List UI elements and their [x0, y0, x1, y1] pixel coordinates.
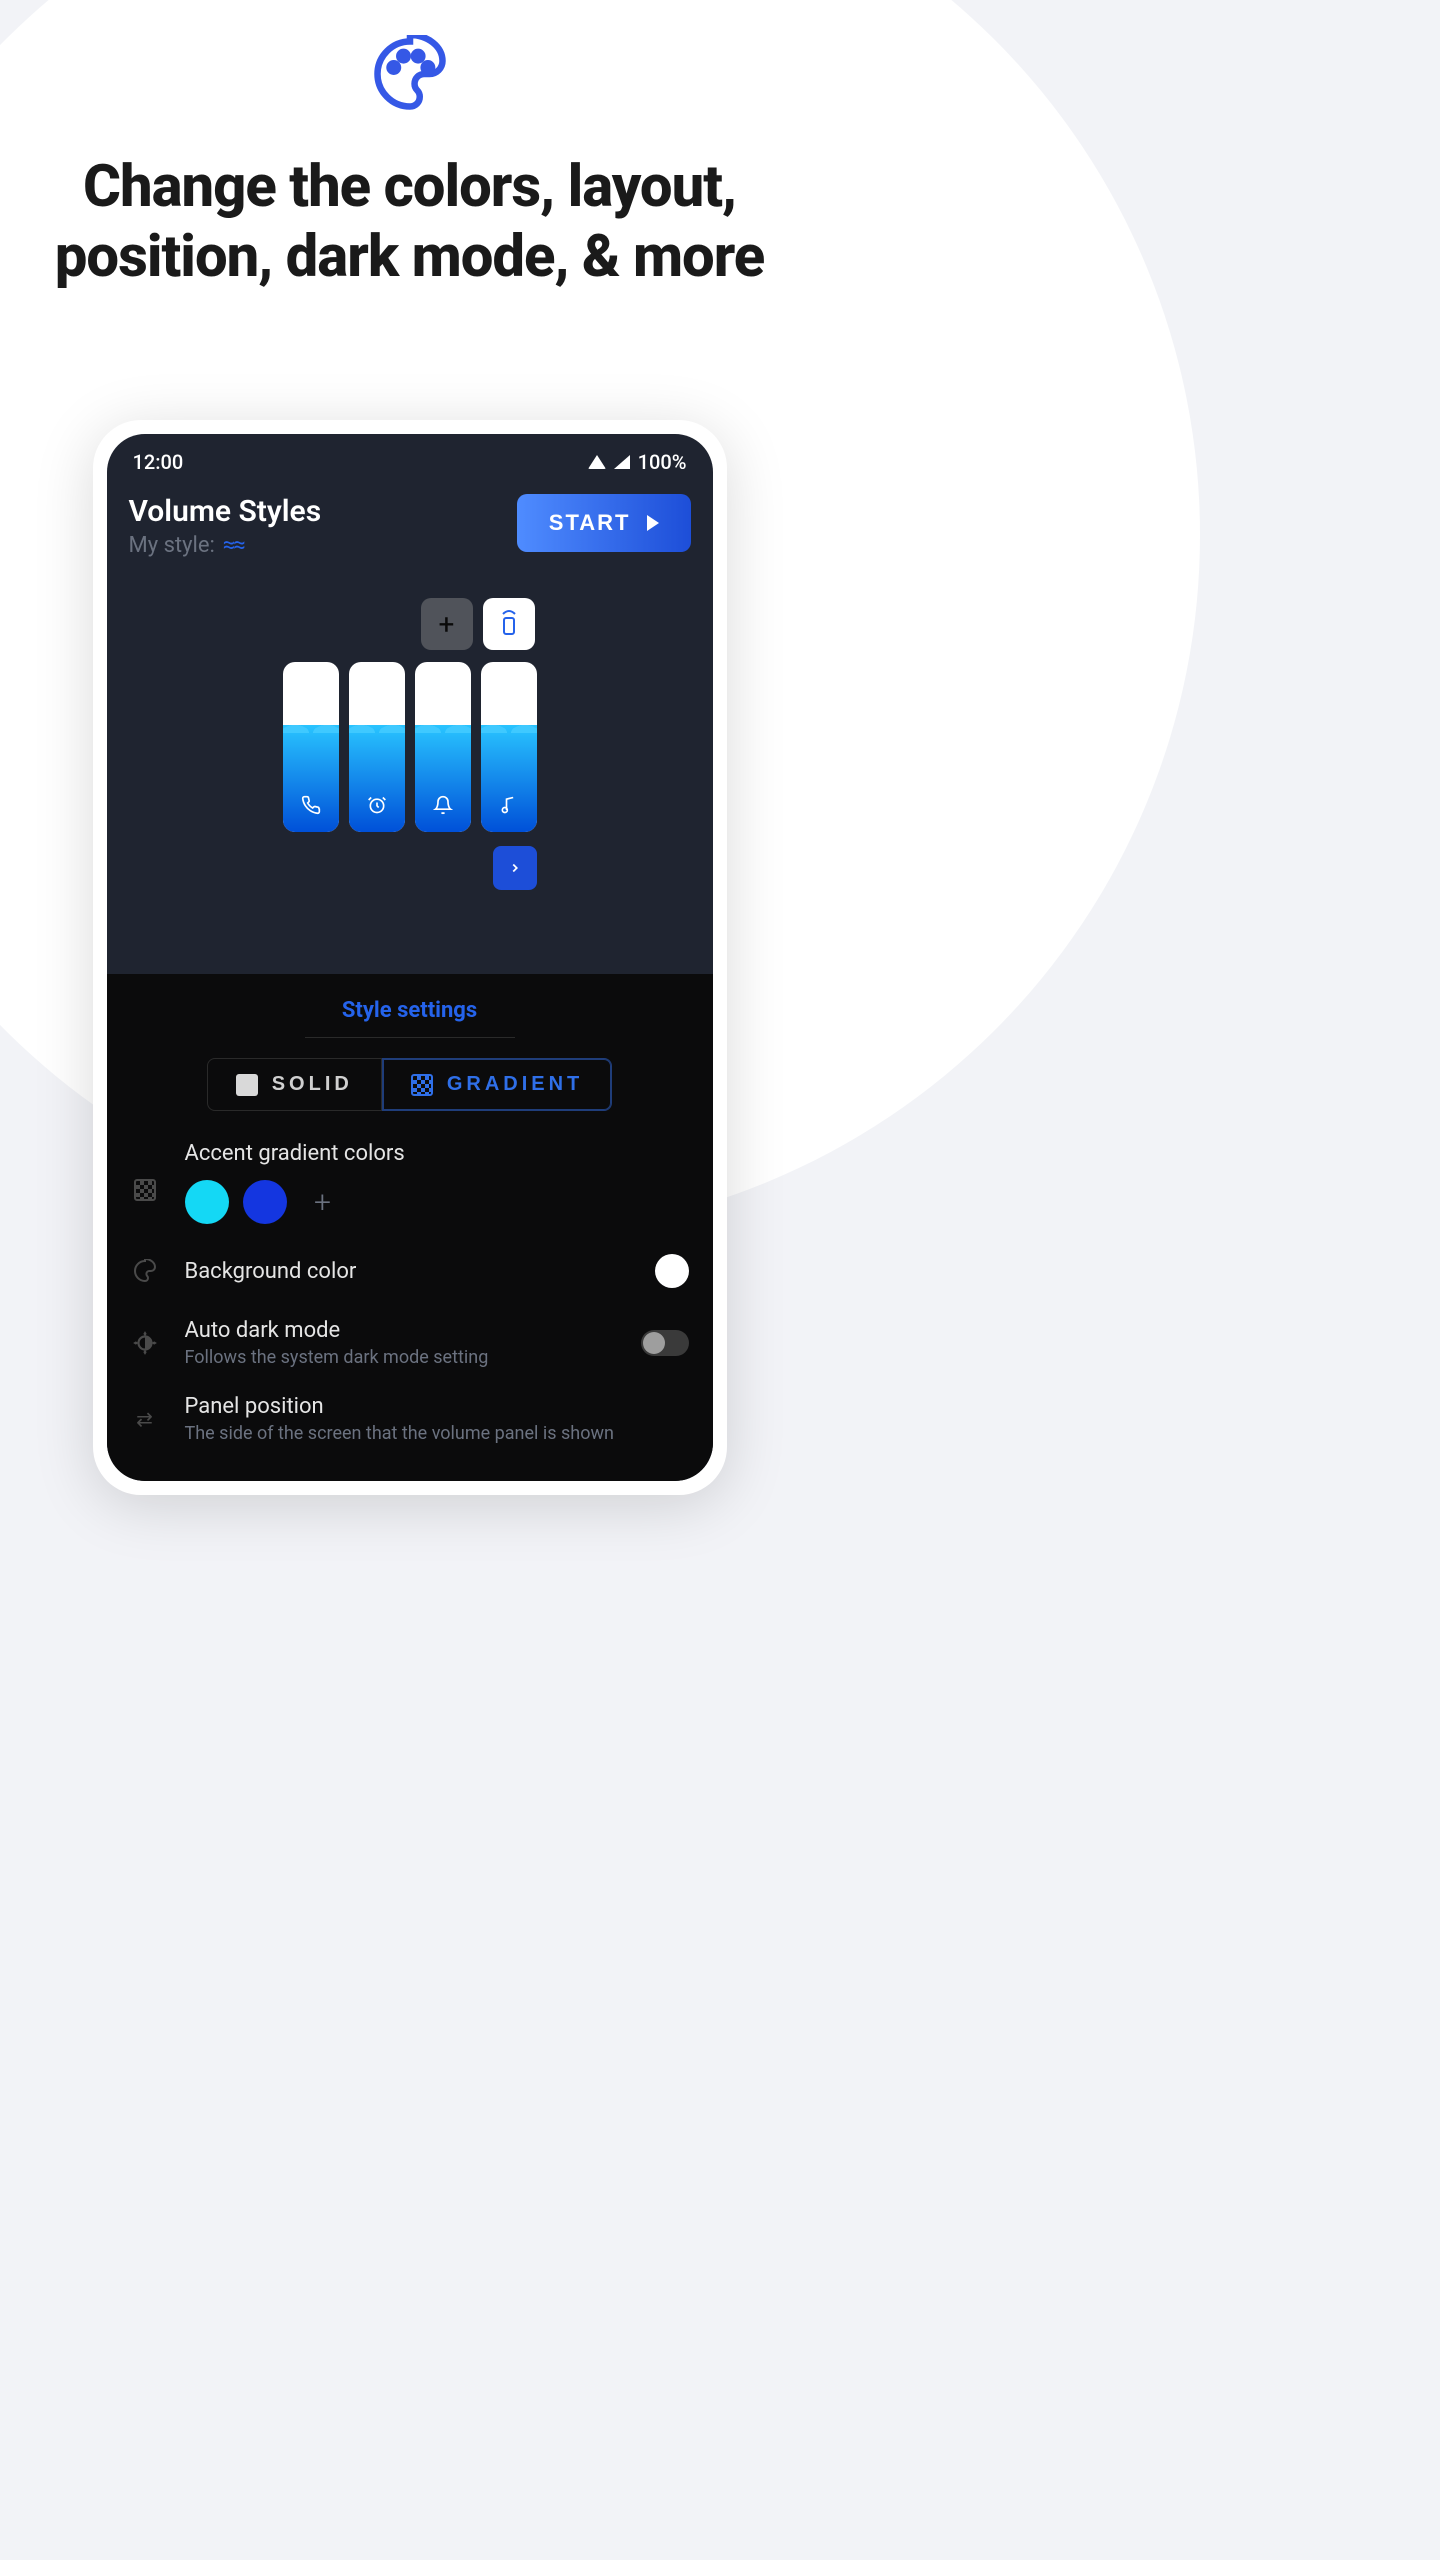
- segment-control: SOLID GRADIENT: [125, 1058, 695, 1111]
- phone-screen: 12:00 100% Volume Styles My style: ≈≈ ST…: [107, 434, 713, 1481]
- signal-icon: [614, 455, 630, 469]
- slider-call[interactable]: [283, 662, 339, 832]
- preview-cast-button[interactable]: [483, 598, 535, 650]
- expand-button[interactable]: [493, 846, 537, 890]
- remote-speaker-icon: [497, 610, 521, 638]
- preview-add-button[interactable]: +: [421, 598, 473, 650]
- phone-icon: [283, 795, 339, 820]
- status-bar: 12:00 100%: [107, 434, 713, 480]
- background-color-label: Background color: [185, 1259, 629, 1284]
- plus-icon: +: [439, 608, 455, 641]
- segment-gradient[interactable]: GRADIENT: [382, 1058, 612, 1111]
- start-button[interactable]: START: [517, 494, 691, 552]
- style-settings-sheet: Style settings SOLID GRADIENT: [107, 974, 713, 1481]
- start-button-label: START: [549, 510, 631, 536]
- music-icon: [481, 795, 537, 820]
- volume-sliders: [283, 662, 537, 832]
- promo-headline-line1: Change the colors, layout,: [83, 153, 736, 221]
- dark-mode-label: Auto dark mode: [185, 1318, 615, 1343]
- add-color-button[interactable]: +: [301, 1180, 345, 1224]
- app-subtitle-text: My style:: [129, 533, 215, 558]
- bell-icon: [415, 795, 471, 820]
- accent-color-1[interactable]: [185, 1180, 229, 1224]
- play-icon: [647, 515, 659, 531]
- phone-frame: 12:00 100% Volume Styles My style: ≈≈ ST…: [93, 420, 727, 1495]
- app-subtitle: My style: ≈≈: [129, 533, 322, 558]
- gradient-icon: [131, 1179, 159, 1201]
- panel-position-label: Panel position: [185, 1394, 689, 1419]
- slider-media[interactable]: [481, 662, 537, 832]
- status-time: 12:00: [133, 450, 184, 474]
- slider-ring[interactable]: [415, 662, 471, 832]
- segment-solid[interactable]: SOLID: [207, 1058, 382, 1111]
- segment-gradient-label: GRADIENT: [447, 1073, 583, 1096]
- panel-position-sub: The side of the screen that the volume p…: [185, 1423, 689, 1444]
- swap-icon: ⇄: [131, 1407, 159, 1431]
- chevron-right-icon: [508, 861, 522, 875]
- promo-headline-line2: position, dark mode, & more: [55, 223, 765, 291]
- accent-colors-label: Accent gradient colors: [185, 1141, 689, 1166]
- status-battery: 100%: [638, 450, 687, 474]
- wifi-icon: [588, 455, 606, 469]
- palette-small-icon: [131, 1259, 159, 1283]
- alarm-icon: [349, 795, 405, 820]
- slider-alarm[interactable]: [349, 662, 405, 832]
- gradient-swatch-icon: [411, 1074, 433, 1096]
- palette-icon: [0, 35, 819, 113]
- solid-swatch-icon: [236, 1074, 258, 1096]
- sheet-underline: [305, 1037, 515, 1038]
- accent-color-2[interactable]: [243, 1180, 287, 1224]
- brightness-icon: [131, 1330, 159, 1356]
- sheet-title: Style settings: [125, 998, 695, 1023]
- dark-mode-toggle[interactable]: [641, 1330, 689, 1356]
- dark-mode-sub: Follows the system dark mode setting: [185, 1347, 615, 1368]
- waves-icon: ≈≈: [223, 533, 244, 558]
- plus-icon: +: [314, 1185, 331, 1220]
- segment-solid-label: SOLID: [272, 1073, 353, 1096]
- background-color-swatch[interactable]: [655, 1254, 689, 1288]
- promo-headline: Change the colors, layout, position, dar…: [0, 153, 819, 292]
- app-title: Volume Styles: [129, 494, 322, 529]
